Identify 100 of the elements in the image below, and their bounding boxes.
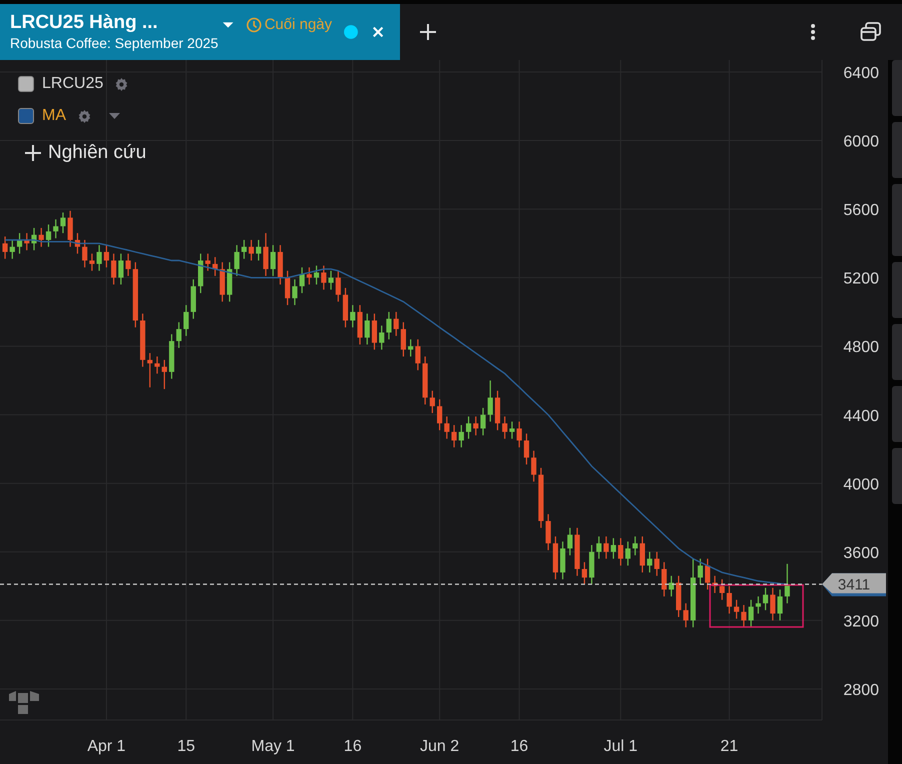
- candlestick: [53, 219, 58, 238]
- candlestick: [292, 279, 298, 306]
- candlestick: [205, 254, 210, 271]
- settings-icon[interactable]: [78, 110, 91, 122]
- candlestick: [284, 270, 290, 306]
- candlestick: [458, 425, 464, 448]
- candlestick: [60, 212, 66, 234]
- candlestick: [567, 528, 573, 556]
- candlestick: [176, 322, 182, 348]
- candlestick: [154, 356, 160, 374]
- candlestick: [676, 576, 682, 617]
- legend-label[interactable]: MA: [42, 107, 66, 125]
- y-axis-label: 5600: [843, 202, 879, 220]
- candlestick: [140, 314, 146, 367]
- add-study-button[interactable]: Nghiên cứu: [24, 142, 146, 164]
- candlestick: [589, 545, 594, 584]
- y-axis-label: 4400: [843, 408, 879, 425]
- candlestick: [604, 536, 609, 559]
- chart-tab[interactable]: LRCU25 Hàng ... Robusta Coffee: September 2025 Cuối ngày: [0, 4, 400, 60]
- candlestick: [2, 236, 8, 259]
- candlestick: [379, 326, 384, 350]
- candlestick: [74, 233, 80, 254]
- candlestick: [278, 245, 283, 285]
- candlestick: [734, 600, 740, 619]
- candlestick: [357, 305, 363, 344]
- candlestick: [452, 425, 457, 448]
- y-axis-label: 4800: [843, 339, 879, 356]
- candlestick: [698, 558, 703, 584]
- candlestick: [488, 380, 493, 422]
- candlestick: [582, 562, 588, 584]
- candlestick: [509, 422, 515, 439]
- candlestick: [726, 586, 732, 614]
- candlestick: [748, 600, 754, 628]
- series-color-swatch[interactable]: [18, 108, 34, 124]
- candlestick: [552, 536, 558, 580]
- candlestick: [241, 240, 247, 259]
- candlestick: [574, 528, 580, 576]
- candlestick: [654, 552, 660, 576]
- y-axis-label: 2800: [843, 682, 879, 699]
- candlestick: [473, 416, 478, 436]
- candlestick: [126, 254, 131, 276]
- candlestick: [480, 408, 486, 436]
- candlestick: [350, 305, 356, 328]
- plus-icon: [24, 144, 42, 162]
- candlestick: [756, 596, 761, 614]
- candlestick: [31, 228, 37, 250]
- y-axis-label: 4000: [843, 476, 879, 494]
- close-icon[interactable]: [372, 25, 384, 39]
- candlestick: [299, 267, 305, 294]
- candlestick: [68, 210, 73, 247]
- candlestick: [770, 588, 776, 620]
- add-tab-icon[interactable]: [419, 23, 437, 41]
- y-axis-label: 3600: [843, 544, 879, 562]
- candlestick: [444, 416, 450, 439]
- candlestick: [494, 390, 500, 430]
- series-color-swatch[interactable]: [18, 76, 34, 92]
- caret-icon[interactable]: [222, 21, 234, 29]
- more-options-icon[interactable]: [810, 23, 816, 41]
- candlestick: [437, 399, 442, 430]
- candlestick: [24, 233, 30, 250]
- candlestick: [596, 536, 602, 559]
- tab-title: LRCU25 Hàng ...: [10, 12, 158, 34]
- y-axis-label: 3200: [843, 613, 879, 630]
- candlestick: [220, 262, 225, 302]
- candlestick: [111, 254, 116, 285]
- candlestick: [198, 254, 204, 294]
- ref-line-label: 3411: [838, 576, 870, 594]
- x-axis-label: 16: [344, 738, 362, 755]
- candlestick: [162, 360, 167, 390]
- candlestick: [430, 390, 435, 414]
- last-price-tag: 3411: [822, 573, 886, 596]
- candlestick: [132, 262, 138, 328]
- candlestick: [415, 339, 420, 370]
- x-axis-label: Jun 2: [420, 738, 460, 755]
- logo-icon: [9, 691, 39, 714]
- candlestick: [560, 542, 566, 580]
- candlestick: [263, 233, 268, 276]
- candlestick: [321, 266, 326, 290]
- candlestick: [625, 542, 630, 566]
- candlestick: [632, 536, 638, 556]
- tab-subtitle: Robusta Coffee: September 2025: [10, 34, 218, 52]
- caret-icon[interactable]: [109, 113, 120, 119]
- candlestick: [719, 579, 725, 600]
- y-axis-label: 6400: [843, 65, 879, 82]
- candlestick: [118, 254, 124, 285]
- candlestick: [364, 314, 370, 344]
- candlestick: [618, 538, 624, 566]
- x-axis-label: Apr 1: [87, 738, 126, 755]
- candlestick: [712, 576, 718, 593]
- legend-label[interactable]: LRCU25: [42, 75, 104, 93]
- x-axis-label: May 1: [251, 738, 295, 755]
- candlestick: [516, 422, 522, 448]
- settings-icon[interactable]: [115, 78, 128, 90]
- candlestick: [336, 270, 341, 302]
- y-axis-label: 5200: [843, 270, 879, 288]
- candlestick: [647, 552, 652, 572]
- candlestick: [169, 334, 174, 379]
- candlestick: [16, 233, 22, 254]
- candlestick: [38, 228, 44, 247]
- windows-icon[interactable]: [860, 22, 882, 42]
